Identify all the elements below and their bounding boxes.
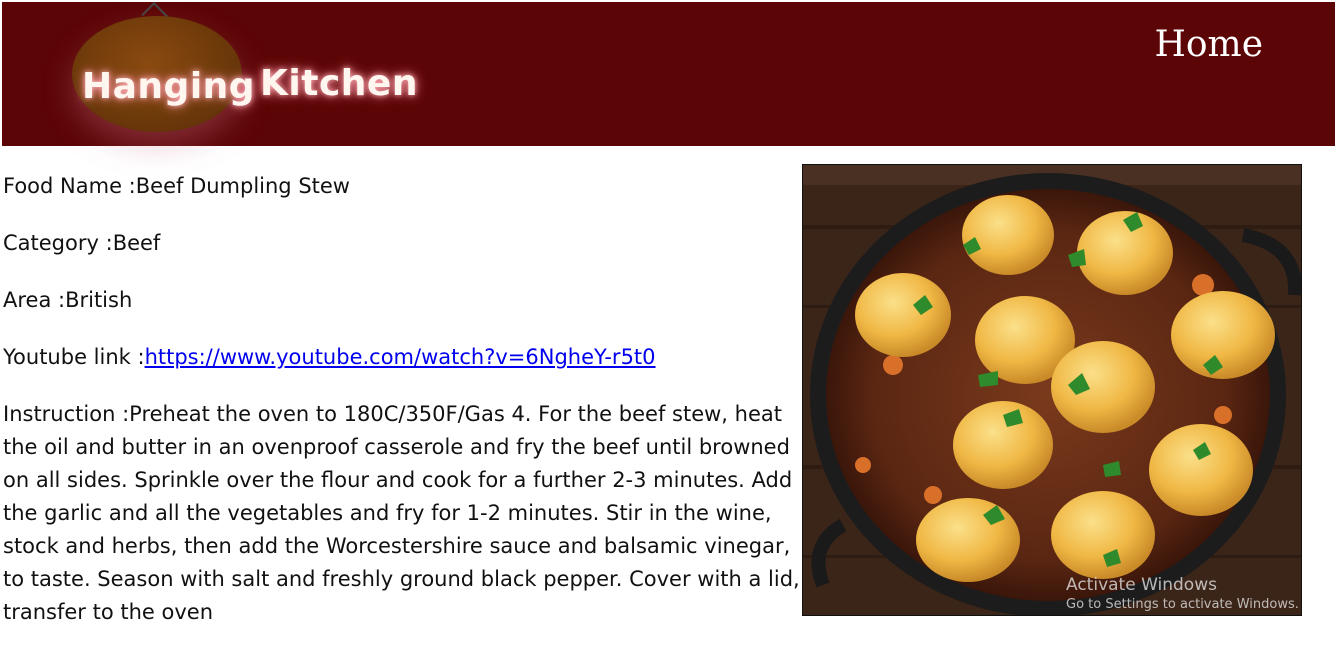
youtube-link[interactable]: https://www.youtube.com/watch?v=6NgheY-r… [145, 345, 656, 369]
watermark-title: Activate Windows [1066, 575, 1217, 595]
youtube-label: Youtube link : [3, 345, 145, 369]
food-name-value: Beef Dumpling Stew [135, 174, 350, 198]
instruction-row: Instruction :Preheat the oven to 180C/35… [3, 398, 803, 629]
instruction-text: Preheat the oven to 180C/350F/Gas 4. For… [3, 402, 800, 624]
food-name-label: Food Name : [3, 174, 136, 198]
food-name-row: Food Name :Beef Dumpling Stew [3, 170, 803, 203]
area-row: Area :British [3, 284, 803, 317]
stew-dish-photo [802, 164, 1302, 616]
logo-word-kitchen: Kitchen [260, 63, 418, 104]
windows-activation-watermark: Activate Windows Go to Settings to activ… [1066, 574, 1326, 614]
watermark-subtitle: Go to Settings to activate Windows. [1066, 597, 1299, 612]
recipe-details: Food Name :Beef Dumpling Stew Category :… [3, 170, 803, 653]
area-label: Area : [3, 288, 66, 312]
instruction-label: Instruction : [3, 402, 130, 426]
category-label: Category : [3, 231, 113, 255]
youtube-row: Youtube link :https://www.youtube.com/wa… [3, 341, 803, 374]
stew-photo-illustration [803, 165, 1301, 615]
site-header: Hanging Kitchen Home [2, 2, 1335, 146]
nav-home-link[interactable]: Home [1154, 24, 1263, 65]
logo-word-hanging: Hanging [82, 66, 256, 107]
category-row: Category :Beef [3, 227, 803, 260]
area-value: British [65, 288, 133, 312]
category-value: Beef [112, 231, 161, 255]
